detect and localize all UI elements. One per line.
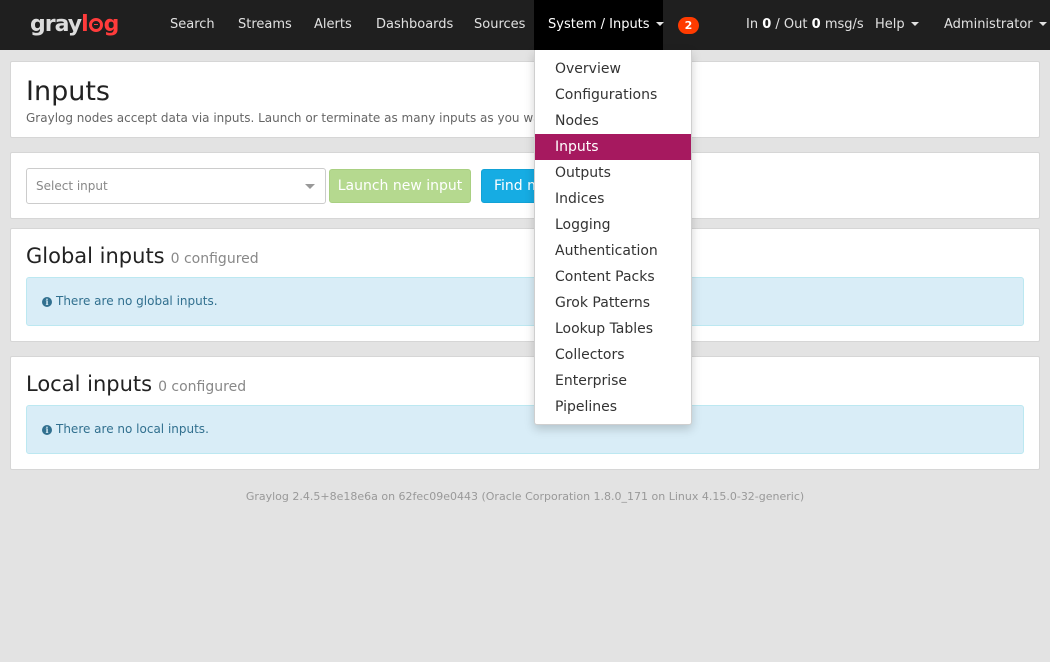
nav-system-inputs[interactable]: System / Inputs [534, 0, 664, 50]
menu-item-nodes[interactable]: Nodes [535, 108, 691, 134]
menu-item-overview[interactable]: Overview [535, 56, 691, 82]
global-inputs-panel: Global inputs 0 configured i There are no … [10, 228, 1040, 342]
local-inputs-title: Local inputs [26, 372, 153, 396]
throughput-in-label: In [746, 17, 759, 32]
menu-item-content-packs[interactable]: Content Packs [535, 264, 691, 290]
top-navbar: grayl g Search Streams Alerts Dashboards … [0, 0, 1050, 50]
menu-item-indices[interactable]: Indices [535, 186, 691, 212]
page-title: Inputs [26, 76, 110, 107]
throughput-unit: msg/s [824, 17, 864, 32]
nav-alerts[interactable]: Alerts [314, 0, 352, 50]
chevron-down-icon [305, 184, 315, 189]
nav-user-menu[interactable]: Administrator [944, 0, 1047, 50]
nav-help[interactable]: Help [875, 0, 919, 50]
nav-system-label: System / Inputs [548, 17, 650, 32]
info-circle-icon: i [42, 425, 52, 435]
select-input-placeholder: Select input [36, 179, 108, 193]
menu-item-grok-patterns[interactable]: Grok Patterns [535, 290, 691, 316]
info-circle-icon: i [42, 297, 52, 307]
nav-user-label: Administrator [944, 17, 1033, 32]
caret-down-icon [910, 22, 919, 26]
menu-item-enterprise[interactable]: Enterprise [535, 368, 691, 394]
local-inputs-count: 0 configured [158, 379, 247, 395]
global-inputs-empty-message: There are no global inputs. [56, 294, 218, 308]
menu-item-outputs[interactable]: Outputs [535, 160, 691, 186]
page-footer: Graylog 2.4.5+8e18e6a on 62fec09e0443 (O… [245, 490, 805, 503]
page-description: Graylog nodes accept data via inputs. La… [26, 111, 588, 125]
menu-item-logging[interactable]: Logging [535, 212, 691, 238]
launch-new-input-button[interactable]: Launch new input [329, 169, 471, 203]
caret-down-icon [655, 22, 664, 26]
logo-o-icon [88, 18, 103, 32]
graylog-logo[interactable]: grayl g [30, 12, 120, 37]
throughput-out-label: / Out [775, 17, 808, 32]
global-inputs-heading: Global inputs 0 configured [26, 244, 259, 268]
menu-item-configurations[interactable]: Configurations [535, 82, 691, 108]
page-header-panel: Inputs Graylog nodes accept data via inp… [10, 61, 1040, 138]
throughput-in-value: 0 [762, 17, 772, 32]
logo-text-g: g [103, 12, 120, 37]
system-dropdown-menu: Overview Configurations Nodes Inputs Out… [534, 50, 692, 425]
logo-text-red: lg [81, 12, 120, 37]
global-inputs-count: 0 configured [170, 251, 259, 267]
nav-dashboards[interactable]: Dashboards [376, 0, 453, 50]
notification-badge[interactable]: 2 [678, 17, 699, 34]
local-inputs-heading: Local inputs 0 configured [26, 372, 246, 396]
menu-item-lookup-tables[interactable]: Lookup Tables [535, 316, 691, 342]
local-inputs-empty-message: There are no local inputs. [56, 422, 209, 436]
throughput-indicator: In 0 / Out 0 msg/s [746, 0, 864, 50]
nav-help-label: Help [875, 17, 905, 32]
local-inputs-panel: Local inputs 0 configured i There are no l… [10, 356, 1040, 470]
local-inputs-empty-alert: i There are no local inputs. [26, 405, 1024, 454]
input-toolbar-panel: Select input Launch new input Find more … [10, 152, 1040, 219]
menu-item-pipelines[interactable]: Pipelines [535, 394, 691, 420]
nav-streams[interactable]: Streams [238, 0, 292, 50]
nav-search[interactable]: Search [170, 0, 215, 50]
menu-item-collectors[interactable]: Collectors [535, 342, 691, 368]
global-inputs-empty-alert: i There are no global inputs. [26, 277, 1024, 326]
menu-item-authentication[interactable]: Authentication [535, 238, 691, 264]
throughput-out-value: 0 [811, 17, 821, 32]
menu-item-inputs[interactable]: Inputs [535, 134, 691, 160]
caret-down-icon [1038, 22, 1047, 26]
logo-text-gray: gray [30, 12, 82, 37]
nav-sources[interactable]: Sources [474, 0, 525, 50]
select-input-dropdown[interactable]: Select input [26, 168, 326, 204]
global-inputs-title: Global inputs [26, 244, 165, 268]
